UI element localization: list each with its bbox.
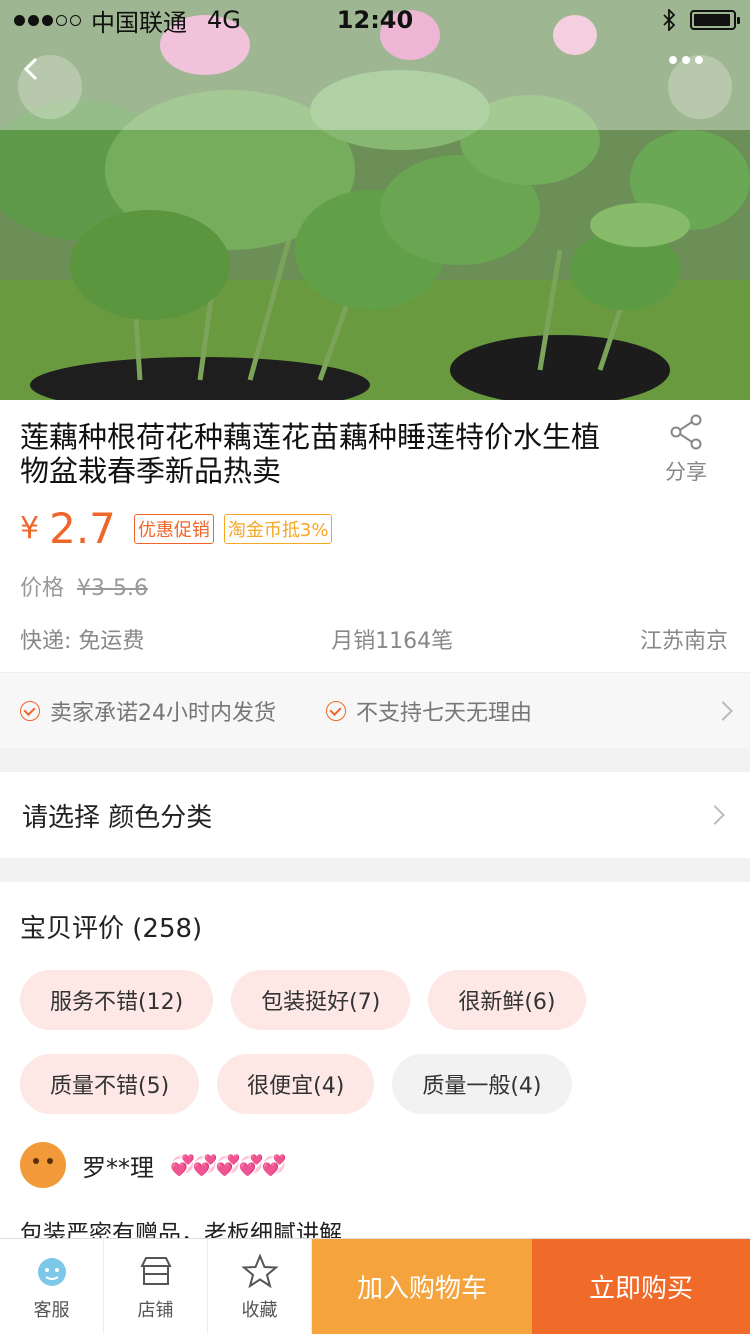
- avatar: [20, 1142, 66, 1188]
- reviewer-level-hearts: 💞💞💞💞💞: [170, 1153, 287, 1177]
- status-bar: 中国联通 4G 12:40: [0, 0, 750, 40]
- bluetooth-icon: [663, 9, 676, 31]
- customer-service-icon: [37, 1257, 66, 1286]
- chevron-right-icon: [705, 805, 725, 825]
- current-price: 2.7: [49, 504, 116, 553]
- review-tag[interactable]: 包装挺好(7): [231, 970, 411, 1030]
- promise-label: 卖家承诺24小时内发货: [50, 700, 276, 726]
- service-promises-row[interactable]: 卖家承诺24小时内发货 不支持七天无理由: [0, 672, 750, 748]
- more-button[interactable]: [668, 55, 732, 119]
- shop-button[interactable]: 店铺: [104, 1239, 208, 1334]
- reviewer-row: 罗**理 💞💞💞💞💞: [20, 1142, 287, 1188]
- shop-label: 店铺: [137, 1299, 174, 1321]
- share-button[interactable]: 分享: [656, 414, 716, 486]
- reviews-title[interactable]: 宝贝评价 (258): [20, 908, 202, 945]
- buy-now-button[interactable]: 立即购买: [532, 1239, 750, 1334]
- back-button[interactable]: [18, 55, 82, 119]
- chevron-left-icon: [23, 57, 38, 81]
- shop-icon: [139, 1256, 172, 1285]
- original-price-label: 价格: [20, 576, 65, 601]
- favorite-label: 收藏: [241, 1299, 278, 1321]
- add-to-cart-button[interactable]: 加入购物车: [312, 1239, 532, 1334]
- customer-service-label: 客服: [33, 1299, 70, 1321]
- more-dots-icon: [669, 56, 703, 64]
- reviews-count: (258): [132, 914, 203, 944]
- review-tag[interactable]: 质量不错(5): [20, 1054, 200, 1114]
- product-info: 莲藕种根荷花种藕莲花苗藕种睡莲特价水生植物盆栽春季新品热卖 分享 ¥ 2.7 优…: [0, 400, 750, 748]
- monthly-sales: 月销1164笔: [331, 629, 454, 654]
- reviews-heading: 宝贝评价: [20, 914, 125, 944]
- promise-label: 不支持七天无理由: [356, 700, 533, 726]
- coin-discount-tag: 淘金币抵3%: [223, 513, 333, 544]
- review-tag[interactable]: 服务不错(12): [20, 970, 214, 1030]
- reviewer-name: 罗**理: [82, 1153, 154, 1182]
- network-type: 4G: [207, 6, 241, 34]
- carrier-name: 中国联通: [91, 8, 187, 37]
- customer-service-button[interactable]: 客服: [0, 1239, 104, 1334]
- seller-location: 江苏南京: [639, 629, 728, 654]
- meta-row: 快递: 免运费 月销1164笔 江苏南京: [20, 623, 728, 655]
- share-label: 分享: [665, 460, 707, 484]
- review-tags: 服务不错(12) 包装挺好(7) 很新鲜(6) 质量不错(5) 很便宜(4) 质…: [20, 970, 730, 1114]
- product-title: 莲藕种根荷花种藕莲花苗藕种睡莲特价水生植物盆栽春季新品热卖: [20, 420, 601, 488]
- review-tag[interactable]: 很便宜(4): [217, 1054, 375, 1114]
- chevron-right-icon: [713, 700, 733, 721]
- price-row: ¥ 2.7 优惠促销 淘金币抵3%: [20, 504, 333, 553]
- select-color-label: 请选择 颜色分类: [22, 802, 213, 833]
- review-tag[interactable]: 很新鲜(6): [428, 970, 586, 1030]
- promise-item: 卖家承诺24小时内发货: [20, 695, 276, 727]
- check-circle-icon: [326, 700, 346, 721]
- shipping-info: 快递: 免运费: [20, 629, 145, 654]
- review-tag[interactable]: 质量一般(4): [392, 1054, 572, 1114]
- original-price-row: 价格 ¥3-5.6: [20, 570, 148, 602]
- favorite-button[interactable]: 收藏: [208, 1239, 312, 1334]
- star-icon: [240, 1252, 279, 1288]
- select-color-row[interactable]: 请选择 颜色分类: [0, 772, 750, 858]
- original-price: ¥3-5.6: [77, 576, 148, 601]
- signal-strength-icon: [14, 14, 81, 26]
- currency-symbol: ¥: [20, 511, 40, 546]
- check-circle-icon: [20, 700, 40, 721]
- bottom-action-bar: 客服 店铺 收藏 加入购物车 立即购买: [0, 1238, 750, 1334]
- product-image[interactable]: [0, 0, 750, 400]
- share-icon: [670, 414, 702, 450]
- promo-tag: 优惠促销: [133, 513, 214, 544]
- battery-icon: [690, 10, 740, 30]
- promise-item: 不支持七天无理由: [326, 695, 532, 727]
